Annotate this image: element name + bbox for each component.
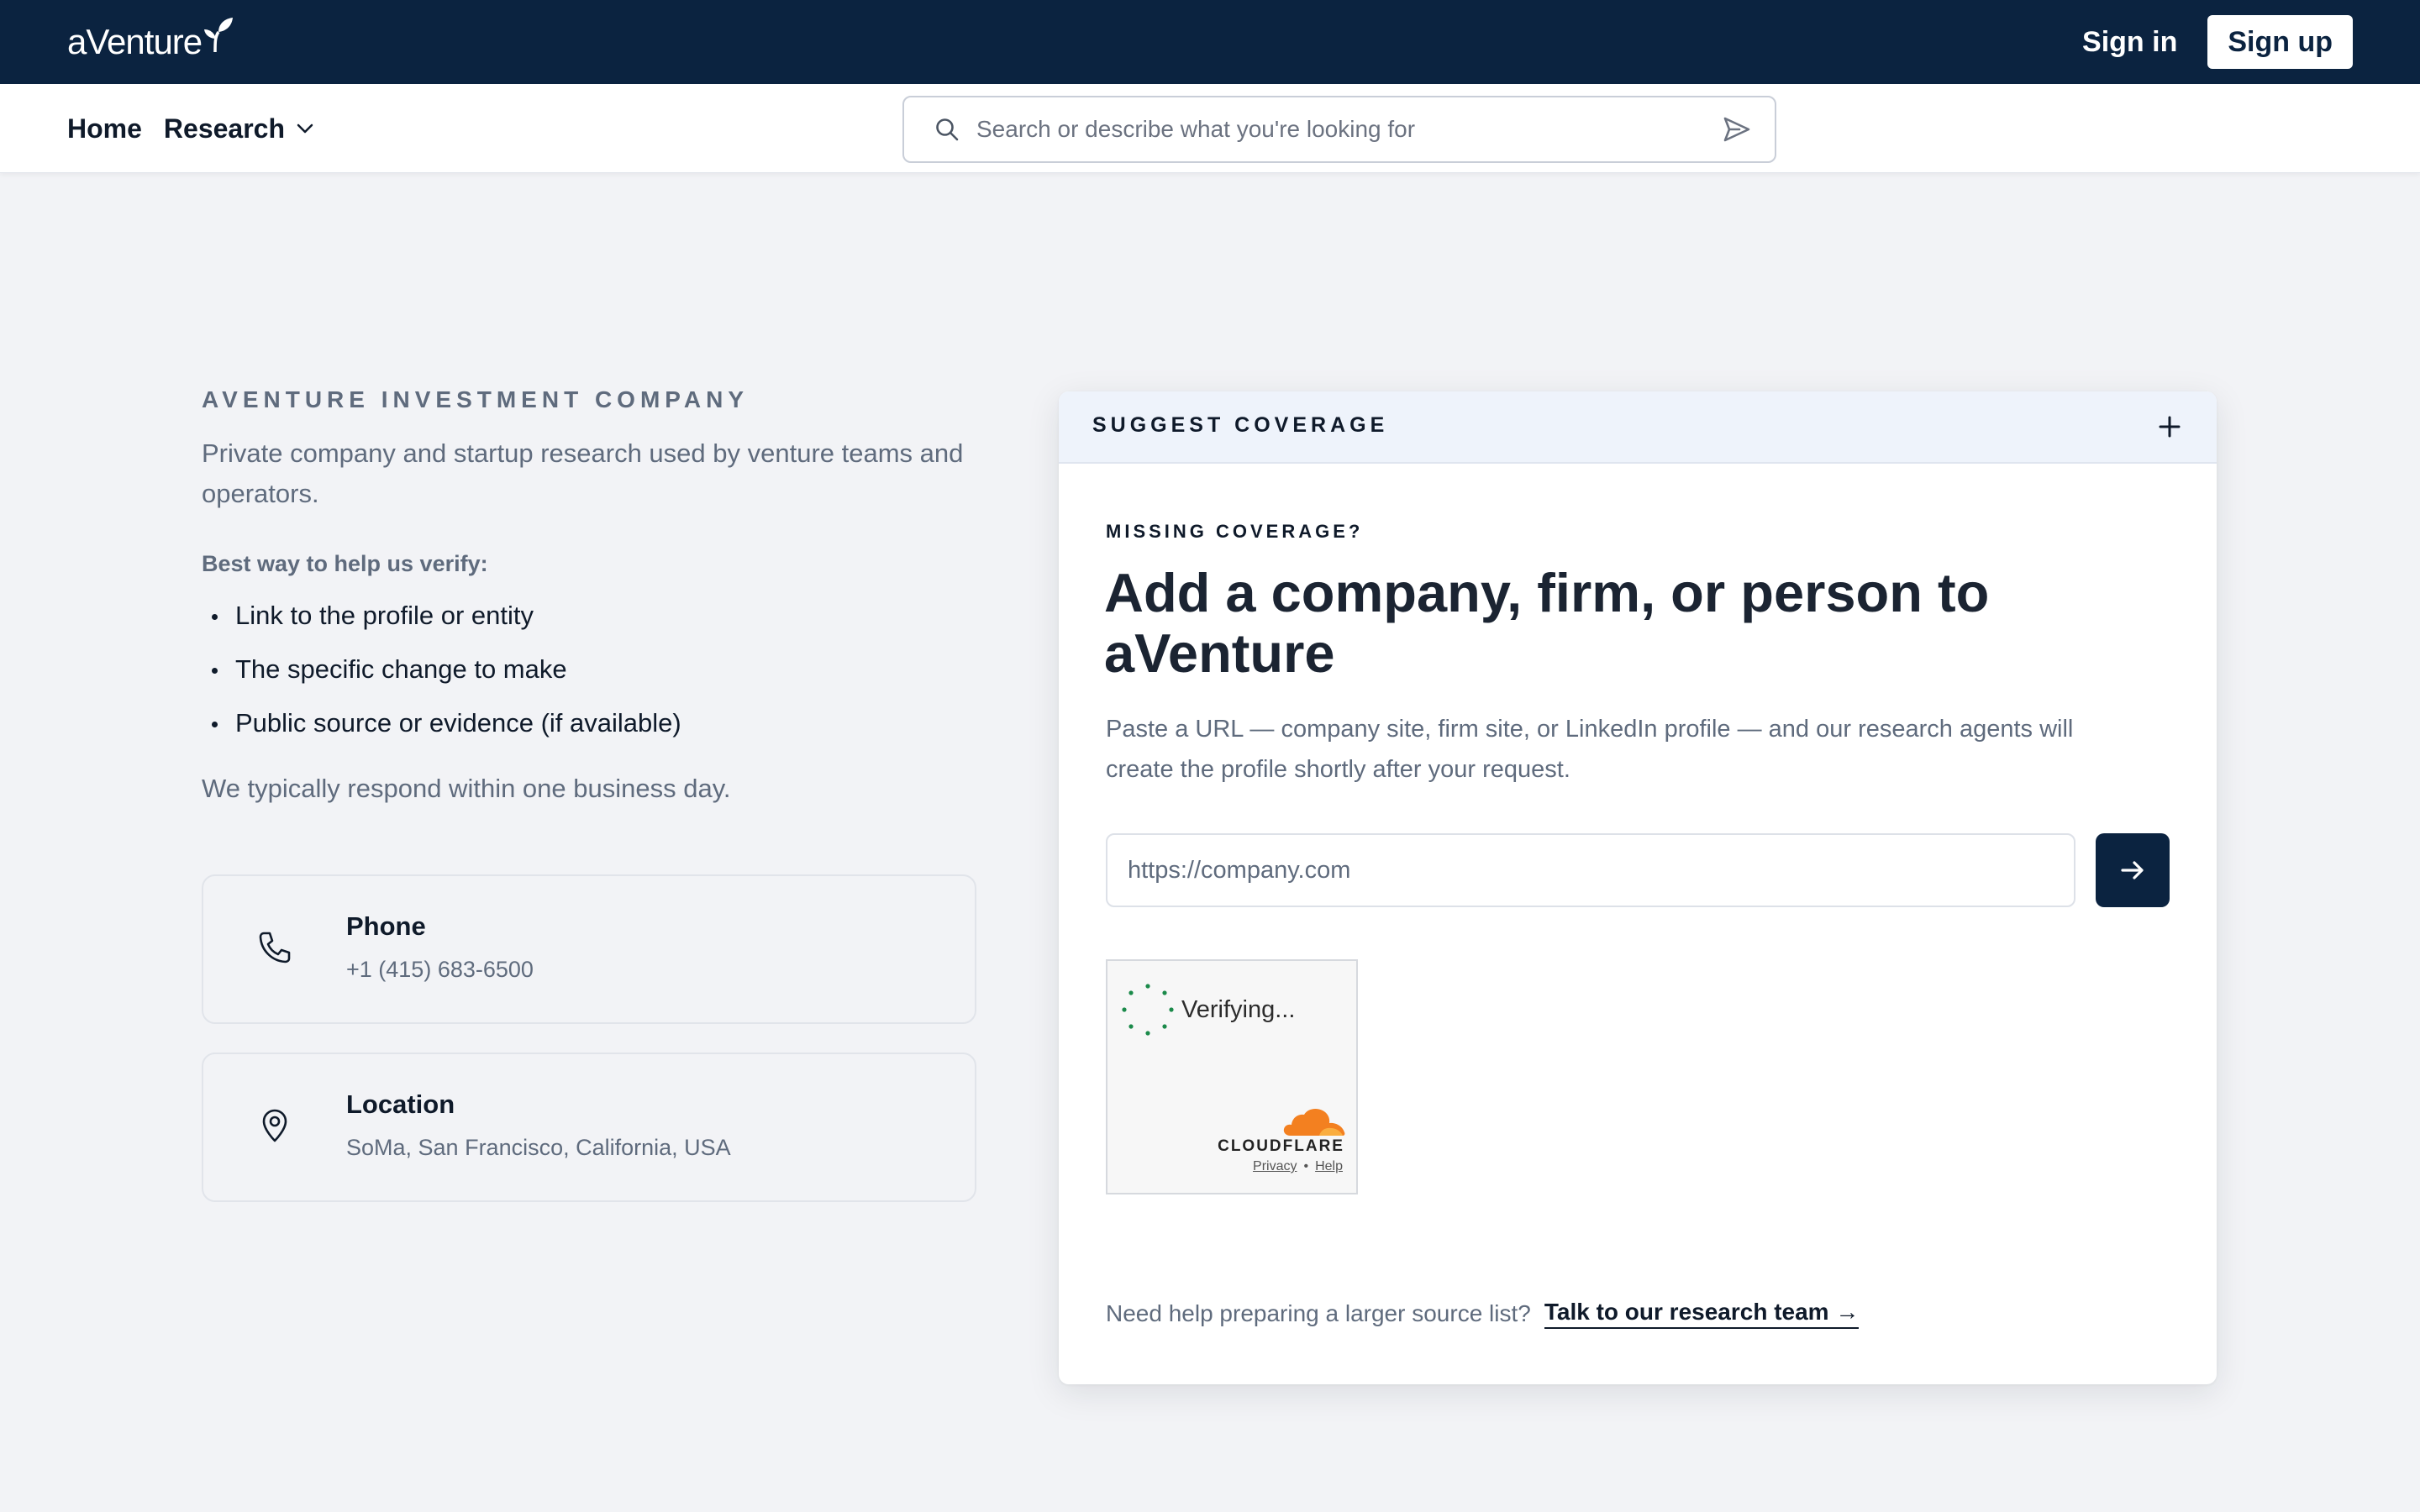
help-row: Need help preparing a larger source list… — [1106, 1299, 1860, 1329]
missing-coverage-eyebrow: MISSING COVERAGE? — [1106, 521, 1364, 542]
loading-spinner-icon — [1122, 984, 1174, 1036]
plus-icon[interactable] — [2156, 413, 2183, 440]
verify-list: Link to the profile or entity The specif… — [202, 589, 978, 750]
help-text: Need help preparing a larger source list… — [1106, 1300, 1531, 1326]
cloudflare-captcha[interactable]: Verifying... CLOUDFLARE Privacy • Help — [1106, 959, 1358, 1194]
panel-header[interactable]: SUGGEST COVERAGE — [1059, 391, 2217, 464]
phone-label: Phone — [346, 911, 426, 941]
cloudflare-wordmark: CLOUDFLARE — [1218, 1137, 1344, 1155]
phone-number[interactable]: +1 (415) 683-6500 — [346, 957, 534, 983]
research-team-link[interactable]: Talk to our research team → — [1544, 1299, 1860, 1329]
phone-card[interactable]: Phone +1 (415) 683-6500 — [202, 874, 976, 1024]
panel-headline: Add a company, firm, or person to aVentu… — [1104, 562, 1990, 684]
logo-text: aVenture — [67, 22, 203, 61]
nav-research-label: Research — [163, 113, 285, 144]
search-icon — [936, 118, 959, 141]
brand-logo[interactable]: aVenture — [67, 18, 234, 62]
captcha-privacy-link[interactable]: Privacy — [1253, 1159, 1297, 1174]
sprout-icon — [204, 18, 234, 52]
arrow-right-icon — [2121, 861, 2144, 879]
list-item: Public source or evidence (if available) — [202, 696, 978, 750]
location-pin-icon — [262, 1109, 287, 1142]
chevron-down-icon — [297, 123, 313, 134]
search-bar — [902, 96, 1776, 163]
location-label: Location — [346, 1089, 455, 1119]
sign-up-button[interactable]: Sign up — [2207, 15, 2353, 69]
company-eyebrow: AVENTURE INVESTMENT COMPANY — [202, 386, 749, 412]
phone-icon — [259, 932, 291, 963]
panel-header-title: SUGGEST COVERAGE — [1092, 413, 1389, 437]
nav-home-link[interactable]: Home — [67, 113, 142, 144]
location-value: SoMa, San Francisco, California, USA — [346, 1135, 731, 1160]
cloudflare-cloud-icon — [1283, 1108, 1345, 1136]
captcha-status: Verifying... — [1181, 996, 1296, 1023]
list-item: The specific change to make — [202, 643, 978, 696]
submit-url-button[interactable] — [2096, 833, 2170, 907]
sign-in-button[interactable]: Sign in — [2082, 26, 2177, 59]
search-input[interactable] — [976, 116, 1723, 143]
suggest-coverage-panel: SUGGEST COVERAGE MISSING COVERAGE? Add a… — [1059, 391, 2217, 1384]
nav-links: Home Research — [67, 84, 313, 173]
top-bar: aVenture Sign in Sign up — [0, 0, 2420, 84]
captcha-help-link[interactable]: Help — [1315, 1159, 1343, 1174]
list-item: Link to the profile or entity — [202, 589, 978, 643]
verify-label: Best way to help us verify: — [202, 551, 488, 576]
response-note: We typically respond within one business… — [202, 774, 731, 803]
nav-bar: Home Research — [0, 84, 2420, 173]
auth-controls: Sign in Sign up — [2082, 15, 2353, 69]
location-card[interactable]: Location SoMa, San Francisco, California… — [202, 1053, 976, 1202]
company-tagline: Private company and startup research use… — [202, 438, 964, 508]
company-info: AVENTURE INVESTMENT COMPANY Private comp… — [202, 386, 978, 804]
nav-research-dropdown[interactable]: Research — [164, 113, 313, 144]
panel-description: Paste a URL — company site, firm site, o… — [1106, 716, 2074, 783]
send-icon[interactable] — [1723, 115, 1751, 144]
captcha-links: Privacy • Help — [1253, 1159, 1343, 1174]
url-input[interactable] — [1106, 833, 2075, 907]
captcha-link-separator: • — [1303, 1159, 1309, 1173]
